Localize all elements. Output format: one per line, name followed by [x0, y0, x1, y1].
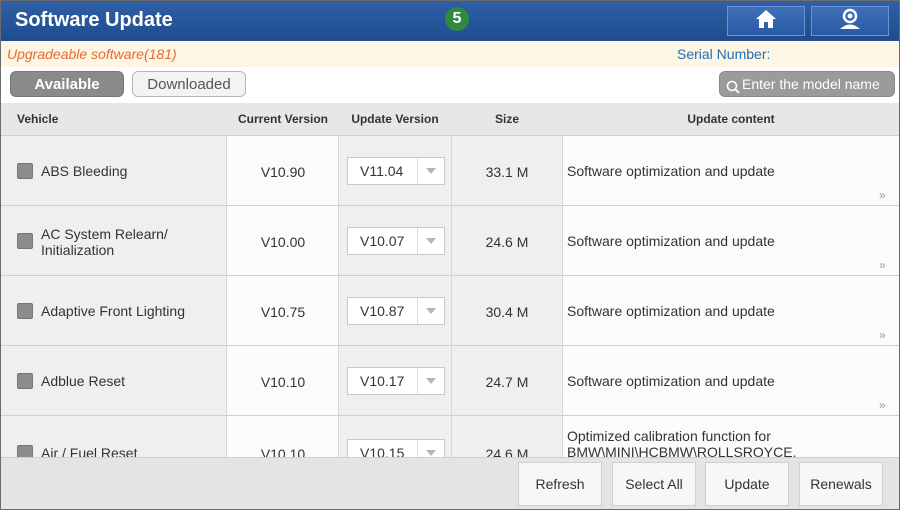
- update-version-value: V10.07: [360, 233, 405, 249]
- file-size: 30.4 M: [485, 304, 529, 320]
- search-input[interactable]: Enter the model name: [719, 71, 895, 97]
- vehicle-name: AC System Relearn/ Initialization: [41, 226, 168, 258]
- row-checkbox[interactable]: [17, 163, 33, 179]
- table-row[interactable]: Adaptive Front Lighting V10.75 V10.87 30…: [1, 276, 899, 346]
- dropdown-arrow-icon: [417, 298, 444, 324]
- update-version-select[interactable]: V10.17: [347, 367, 445, 395]
- expand-more-icon[interactable]: »: [879, 398, 886, 412]
- update-content: Optimized calibration function for BMW\M…: [567, 428, 797, 457]
- serial-number-label: Serial Number:: [677, 46, 771, 62]
- info-bar: Upgradeable software(181) Serial Number:: [1, 41, 899, 67]
- software-update-window: Software Update 5 Upgradeable software(1…: [0, 0, 900, 510]
- current-version: V10.90: [260, 164, 306, 180]
- expand-more-icon[interactable]: »: [879, 328, 886, 342]
- select-all-button[interactable]: Select All: [612, 462, 696, 506]
- filter-toolbar: Available Downloaded Enter the model nam…: [1, 67, 899, 103]
- table-row[interactable]: Air / Fuel Reset V10.10 V10.15 24.6 M Op…: [1, 416, 899, 457]
- update-version-select[interactable]: V11.04: [347, 157, 445, 185]
- col-vehicle: Vehicle: [17, 112, 59, 126]
- col-current-version: Current Version: [237, 112, 329, 126]
- table-row[interactable]: AC System Relearn/ Initialization V10.00…: [1, 206, 899, 276]
- file-size: 24.6 M: [485, 446, 529, 457]
- home-icon: [755, 9, 777, 34]
- table-row[interactable]: ABS Bleeding V10.90 V11.04 33.1 M Softwa…: [1, 136, 899, 206]
- vehicle-name: Air / Fuel Reset: [41, 445, 138, 457]
- expand-more-icon[interactable]: »: [879, 258, 886, 272]
- expand-more-icon[interactable]: »: [879, 188, 886, 202]
- file-size: 24.7 M: [485, 374, 529, 390]
- update-version-value: V11.04: [360, 163, 404, 179]
- step-badge: 5: [445, 7, 469, 31]
- user-button[interactable]: [811, 6, 889, 36]
- update-version-value: V10.17: [360, 373, 405, 389]
- vehicle-name: Adaptive Front Lighting: [41, 303, 185, 319]
- row-checkbox[interactable]: [17, 233, 33, 249]
- update-content: Software optimization and update: [567, 303, 775, 319]
- home-button[interactable]: [727, 6, 805, 36]
- current-version: V10.10: [260, 446, 306, 457]
- update-version-select[interactable]: V10.15: [347, 439, 445, 457]
- software-table: Vehicle Current Version Update Version S…: [1, 103, 899, 457]
- row-checkbox[interactable]: [17, 373, 33, 389]
- dropdown-arrow-icon: [417, 368, 444, 394]
- current-version: V10.10: [260, 374, 306, 390]
- row-checkbox[interactable]: [17, 445, 33, 457]
- search-placeholder: Enter the model name: [742, 76, 880, 92]
- row-checkbox[interactable]: [17, 303, 33, 319]
- file-size: 33.1 M: [485, 164, 529, 180]
- dropdown-arrow-icon: [417, 228, 444, 254]
- renewals-button[interactable]: Renewals: [799, 462, 883, 506]
- action-bar: Refresh Select All Update Renewals: [1, 457, 899, 509]
- update-content: Software optimization and update: [567, 233, 775, 249]
- update-content: Software optimization and update: [567, 163, 775, 179]
- update-version-value: V10.87: [360, 303, 405, 319]
- dropdown-arrow-icon: [417, 158, 444, 184]
- update-version-value: V10.15: [360, 445, 405, 457]
- tab-downloaded[interactable]: Downloaded: [132, 71, 246, 97]
- title-bar: Software Update 5: [1, 1, 899, 41]
- upgradeable-count: Upgradeable software(181): [7, 46, 177, 62]
- dropdown-arrow-icon: [417, 440, 444, 457]
- search-icon: [726, 77, 740, 96]
- table-row[interactable]: Adblue Reset V10.10 V10.17 24.7 M Softwa…: [1, 346, 899, 416]
- user-icon: [838, 8, 862, 35]
- table-header: Vehicle Current Version Update Version S…: [1, 103, 899, 136]
- current-version: V10.00: [260, 234, 306, 250]
- col-update-version: Update Version: [351, 112, 439, 126]
- refresh-button[interactable]: Refresh: [518, 462, 602, 506]
- tab-available[interactable]: Available: [10, 71, 124, 97]
- col-update-content: Update content: [687, 112, 775, 126]
- col-size: Size: [494, 112, 519, 126]
- file-size: 24.6 M: [485, 234, 529, 250]
- update-button[interactable]: Update: [705, 462, 789, 506]
- vehicle-name: Adblue Reset: [41, 373, 126, 389]
- update-content: Software optimization and update: [567, 373, 775, 389]
- page-title: Software Update: [15, 9, 173, 31]
- update-version-select[interactable]: V10.87: [347, 297, 445, 325]
- update-version-select[interactable]: V10.07: [347, 227, 445, 255]
- vehicle-name: ABS Bleeding: [41, 163, 128, 179]
- current-version: V10.75: [260, 304, 306, 320]
